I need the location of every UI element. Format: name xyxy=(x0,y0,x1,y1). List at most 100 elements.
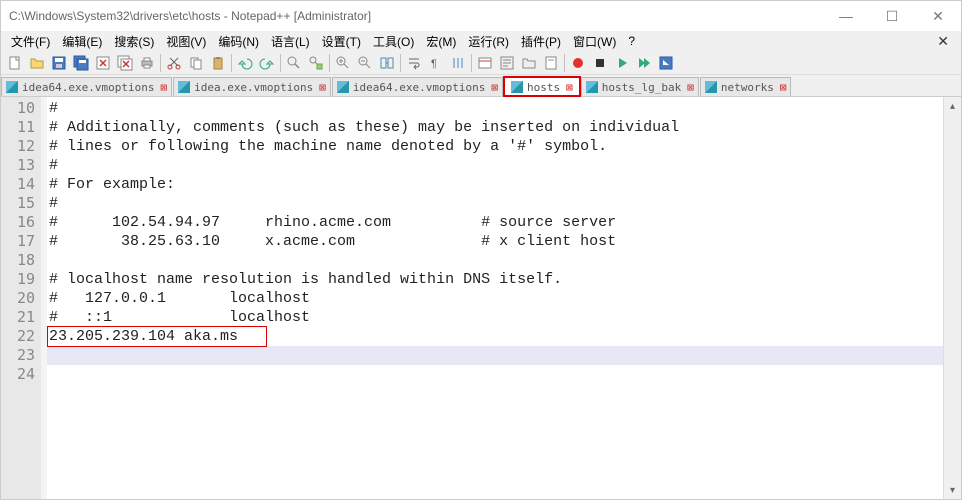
language-button[interactable] xyxy=(474,52,496,74)
line-number: 15 xyxy=(1,194,35,213)
code-line[interactable]: # 127.0.0.1 localhost xyxy=(47,289,943,308)
code-area[interactable]: ## Additionally, comments (such as these… xyxy=(47,97,943,499)
toolbar-separator xyxy=(160,54,161,72)
scroll-up-icon[interactable]: ▴ xyxy=(944,97,961,115)
zoom-in-button[interactable] xyxy=(332,52,354,74)
maximize-button[interactable]: ☐ xyxy=(869,1,915,31)
scroll-down-icon[interactable]: ▾ xyxy=(944,481,961,499)
app-window: C:\Windows\System32\drivers\etc\hosts - … xyxy=(0,0,962,500)
tab-close-icon[interactable]: ⊠ xyxy=(566,81,573,94)
code-line[interactable]: # lines or following the machine name de… xyxy=(47,137,943,156)
zoom-out-button[interactable] xyxy=(354,52,376,74)
menu-item[interactable]: 视图(V) xyxy=(160,33,212,50)
menu-item[interactable]: 编辑(E) xyxy=(56,33,108,50)
menu-item[interactable]: 窗口(W) xyxy=(567,33,622,50)
line-number: 17 xyxy=(1,232,35,251)
save-button[interactable] xyxy=(48,52,70,74)
code-line[interactable]: # localhost name resolution is handled w… xyxy=(47,270,943,289)
word-wrap-button[interactable] xyxy=(403,52,425,74)
line-number: 24 xyxy=(1,365,35,384)
menu-item[interactable]: 宏(M) xyxy=(420,33,462,50)
file-tab[interactable]: hosts ⊠ xyxy=(504,77,580,96)
record-macro-button[interactable] xyxy=(567,52,589,74)
file-tab[interactable]: hosts_lg_bak ⊠ xyxy=(581,77,699,96)
print-button[interactable] xyxy=(136,52,158,74)
code-line[interactable]: # xyxy=(47,156,943,175)
toolbar-separator xyxy=(329,54,330,72)
undo-button[interactable] xyxy=(234,52,256,74)
code-line[interactable]: # For example: xyxy=(47,175,943,194)
play-multi-button[interactable] xyxy=(633,52,655,74)
tab-label: idea64.exe.vmoptions xyxy=(353,81,485,94)
tab-close-icon[interactable]: ⊠ xyxy=(319,81,326,94)
play-macro-button[interactable] xyxy=(611,52,633,74)
close-file-button[interactable] xyxy=(92,52,114,74)
new-file-button[interactable] xyxy=(4,52,26,74)
save-macro-button[interactable] xyxy=(655,52,677,74)
toolbar-separator xyxy=(280,54,281,72)
line-number: 23 xyxy=(1,346,35,365)
code-line[interactable]: # 102.54.94.97 rhino.acme.com # source s… xyxy=(47,213,943,232)
code-line[interactable] xyxy=(47,365,943,384)
indent-guide-button[interactable] xyxy=(447,52,469,74)
close-all-button[interactable] xyxy=(114,52,136,74)
file-tab[interactable]: idea.exe.vmoptions ⊠ xyxy=(173,77,331,96)
find-button[interactable] xyxy=(283,52,305,74)
stop-macro-button[interactable] xyxy=(589,52,611,74)
menu-item[interactable]: 设置(T) xyxy=(316,33,367,50)
menu-item[interactable]: 搜索(S) xyxy=(108,33,160,50)
file-tab[interactable]: idea64.exe.vmoptions⊠ xyxy=(1,77,172,96)
tab-label: networks xyxy=(721,81,774,94)
tab-close-icon[interactable]: ⊠ xyxy=(160,81,167,94)
menu-item[interactable]: 运行(R) xyxy=(462,33,515,50)
line-number: 13 xyxy=(1,156,35,175)
code-line[interactable] xyxy=(47,346,943,365)
titlebar: C:\Windows\System32\drivers\etc\hosts - … xyxy=(1,1,961,31)
code-line[interactable] xyxy=(47,251,943,270)
tab-label: idea.exe.vmoptions xyxy=(194,81,313,94)
doc-map-button[interactable] xyxy=(540,52,562,74)
close-button[interactable]: ✕ xyxy=(915,1,961,31)
tab-close-icon[interactable]: ⊠ xyxy=(687,81,694,94)
open-file-button[interactable] xyxy=(26,52,48,74)
tab-label: hosts_lg_bak xyxy=(602,81,681,94)
show-all-chars-button[interactable]: ¶ xyxy=(425,52,447,74)
minimize-button[interactable]: — xyxy=(823,1,869,31)
tab-close-icon[interactable]: ⊠ xyxy=(491,81,498,94)
copy-button[interactable] xyxy=(185,52,207,74)
line-number: 16 xyxy=(1,213,35,232)
code-line[interactable]: # ::1 localhost xyxy=(47,308,943,327)
file-icon xyxy=(178,81,190,93)
menubar-close-icon[interactable]: ✕ xyxy=(937,33,949,50)
menu-item[interactable]: 工具(O) xyxy=(367,33,420,50)
line-number: 18 xyxy=(1,251,35,270)
vertical-scrollbar[interactable]: ▴ ▾ xyxy=(943,97,961,499)
toolbar: ¶ xyxy=(1,51,961,75)
code-line[interactable]: # Additionally, comments (such as these)… xyxy=(47,118,943,137)
line-number: 14 xyxy=(1,175,35,194)
redo-button[interactable] xyxy=(256,52,278,74)
file-icon xyxy=(6,81,18,93)
code-line[interactable]: # 38.25.63.10 x.acme.com # x client host xyxy=(47,232,943,251)
paste-button[interactable] xyxy=(207,52,229,74)
file-tab[interactable]: idea64.exe.vmoptions ⊠ xyxy=(332,77,503,96)
sync-scroll-button[interactable] xyxy=(376,52,398,74)
toolbar-separator xyxy=(231,54,232,72)
code-line[interactable]: # xyxy=(47,99,943,118)
function-list-button[interactable] xyxy=(496,52,518,74)
save-all-button[interactable] xyxy=(70,52,92,74)
menu-item[interactable]: 编码(N) xyxy=(212,33,265,50)
code-line[interactable]: # xyxy=(47,194,943,213)
file-tab[interactable]: networks ⊠ xyxy=(700,77,792,96)
menu-item[interactable]: 插件(P) xyxy=(515,33,567,50)
replace-button[interactable] xyxy=(305,52,327,74)
folder-view-button[interactable] xyxy=(518,52,540,74)
tab-label: hosts xyxy=(527,81,560,94)
toolbar-separator xyxy=(471,54,472,72)
tab-close-icon[interactable]: ⊠ xyxy=(780,81,787,94)
menu-item[interactable]: 文件(F) xyxy=(5,33,56,50)
menu-item[interactable]: 语言(L) xyxy=(265,33,316,50)
code-line[interactable]: 23.205.239.104 aka.ms xyxy=(47,327,943,346)
cut-button[interactable] xyxy=(163,52,185,74)
menu-item[interactable]: ? xyxy=(622,34,641,48)
